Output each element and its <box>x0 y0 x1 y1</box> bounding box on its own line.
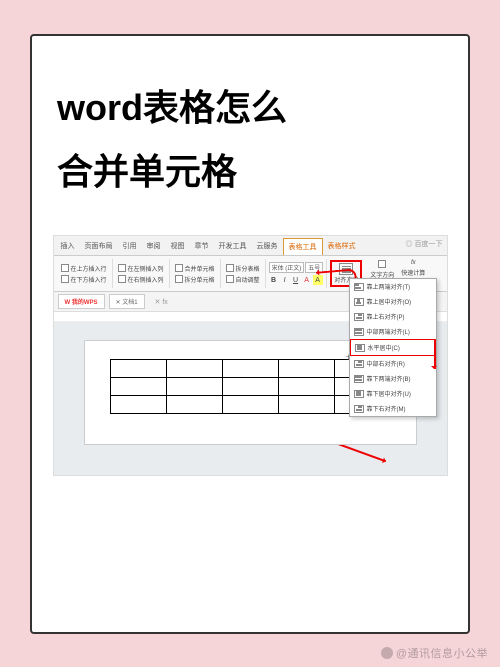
screenshot-area: 插入 页面布局 引用 审阅 视图 章节 开发工具 云服务 表格工具 表格样式 ◎… <box>52 235 448 611</box>
underline-button[interactable]: U <box>291 275 301 285</box>
tab-layout[interactable]: 页面布局 <box>80 238 118 255</box>
ribbon-body: 在上方插入行 在下方插入行 在左侧插入列 在右侧插入列 合并单元格 拆分单元格 … <box>54 256 447 292</box>
watermark: @通讯信息小公举 <box>381 645 488 661</box>
insert-row-above[interactable]: 在上方插入行 <box>59 263 109 274</box>
tab-view[interactable]: 视图 <box>166 238 190 255</box>
baidu-search[interactable]: ◎ 百度一下 <box>406 239 443 249</box>
align-bc-icon <box>354 390 364 398</box>
align-bl-icon <box>354 375 364 383</box>
group-font: 宋体 (正文) 五号 B I U A A <box>266 259 328 288</box>
align-tr-icon <box>354 313 364 321</box>
title-area: word表格怎么 合并单元格 <box>52 66 448 226</box>
align-c-icon <box>355 344 365 352</box>
align-bot-left[interactable]: 靠下两端对齐(B) <box>350 371 436 386</box>
merge-icon <box>175 264 183 272</box>
tab-section[interactable]: 章节 <box>190 238 214 255</box>
align-mid-right[interactable]: 中部右对齐(R) <box>350 356 436 371</box>
align-tc-icon <box>354 298 364 306</box>
fx-icon: fx <box>411 260 416 266</box>
align-ml-icon <box>354 328 364 336</box>
autofit-icon <box>226 275 234 283</box>
tab-dev[interactable]: 开发工具 <box>214 238 252 255</box>
merge-cells[interactable]: 合并单元格 <box>173 263 217 274</box>
document-tab-1[interactable]: ✕ 文档1 <box>109 294 145 309</box>
split-icon <box>175 275 183 283</box>
tab-insert[interactable]: 插入 <box>56 238 80 255</box>
row-below-icon <box>61 275 69 283</box>
tutorial-card: word表格怎么 合并单元格 插入 页面布局 引用 审阅 视图 章节 开发工具 … <box>30 34 470 634</box>
font-name-select[interactable]: 宋体 (正文) <box>269 262 305 273</box>
split-table-icon <box>226 264 234 272</box>
insert-col-left[interactable]: 在左侧插入列 <box>116 263 166 274</box>
font-color-button[interactable]: A <box>302 275 312 285</box>
tab-references[interactable]: 引用 <box>118 238 142 255</box>
formula-bar: ✕ fx <box>155 298 168 306</box>
align-mid-left[interactable]: 中部两端对齐(L) <box>350 324 436 339</box>
align-top-center[interactable]: 靠上居中对齐(O) <box>350 294 436 309</box>
col-left-icon <box>118 264 126 272</box>
insert-col-right[interactable]: 在右侧插入列 <box>116 274 166 285</box>
row-above-icon <box>61 264 69 272</box>
align-bot-center[interactable]: 靠下居中对齐(U) <box>350 386 436 401</box>
group-insert-rows: 在上方插入行 在下方插入行 <box>56 259 113 288</box>
align-br-icon <box>354 405 364 413</box>
group-merge: 合并单元格 拆分单元格 <box>170 259 221 288</box>
align-tl-icon <box>354 283 364 291</box>
title-line-2: 合并单元格 <box>57 140 443 205</box>
tab-table-tools[interactable]: 表格工具 <box>283 238 323 255</box>
ribbon-tabs: 插入 页面布局 引用 审阅 视图 章节 开发工具 云服务 表格工具 表格样式 ◎… <box>54 236 447 256</box>
insert-row-below[interactable]: 在下方插入行 <box>59 274 109 285</box>
alignment-icon <box>339 263 353 275</box>
highlight-button[interactable]: A <box>313 275 323 285</box>
group-split-table: 拆分表格 自动调整 <box>221 259 266 288</box>
font-size-select[interactable]: 五号 <box>305 262 323 273</box>
text-dir-icon <box>378 260 386 268</box>
tab-cloud[interactable]: 云服务 <box>252 238 283 255</box>
auto-fit[interactable]: 自动调整 <box>224 274 262 285</box>
col-right-icon <box>118 275 126 283</box>
align-top-left[interactable]: 靠上两端对齐(T) <box>350 279 436 294</box>
weibo-icon <box>381 647 393 659</box>
wps-home-tab[interactable]: W 我的WPS <box>58 294 105 309</box>
title-line-1: word表格怎么 <box>57 76 443 141</box>
align-top-right[interactable]: 靠上右对齐(P) <box>350 309 436 324</box>
group-insert-cols: 在左侧插入列 在右侧插入列 <box>113 259 170 288</box>
alignment-dropdown: 靠上两端对齐(T) 靠上居中对齐(O) 靠上右对齐(P) 中部两端对齐(L) 水… <box>349 278 437 417</box>
tab-review[interactable]: 审阅 <box>142 238 166 255</box>
word-app-screenshot: 插入 页面布局 引用 审阅 视图 章节 开发工具 云服务 表格工具 表格样式 ◎… <box>53 235 448 476</box>
align-bot-right[interactable]: 靠下右对齐(M) <box>350 401 436 416</box>
align-center[interactable]: 水平居中(C) <box>350 339 436 356</box>
align-mr-icon <box>354 360 364 368</box>
split-cells[interactable]: 拆分单元格 <box>173 274 217 285</box>
italic-button[interactable]: I <box>280 275 290 285</box>
bold-button[interactable]: B <box>269 275 279 285</box>
tab-table-style[interactable]: 表格样式 <box>323 238 361 255</box>
split-table[interactable]: 拆分表格 <box>224 263 262 274</box>
